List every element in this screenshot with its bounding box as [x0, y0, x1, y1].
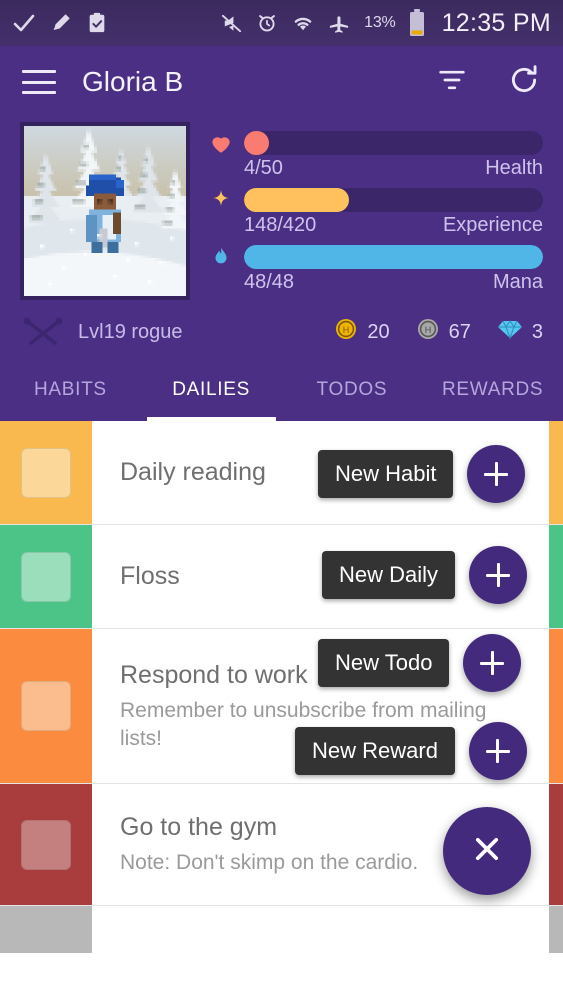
task-checkbox[interactable]	[21, 447, 71, 498]
tab-bar: HABITS DAILIES TODOS REWARDS	[0, 359, 563, 421]
health-label: Health	[485, 157, 543, 179]
task-checkbox[interactable]	[21, 681, 71, 731]
health-value: 4/50	[244, 157, 283, 179]
heart-icon	[208, 130, 234, 156]
status-bar-right-icons: 13% 12:35 PM	[220, 9, 551, 38]
gold-coin-icon: H	[334, 317, 358, 347]
stat-bars: 4/50 Health 148/420 Experience 48/48 Man…	[208, 122, 543, 301]
task-color-stripe-right	[549, 421, 563, 524]
gem-icon	[497, 318, 523, 346]
task-list[interactable]: Daily reading Floss Respond to work Reme…	[0, 421, 563, 953]
filter-icon[interactable]	[435, 63, 469, 102]
fab-action-new-daily[interactable]: New Daily	[322, 546, 528, 604]
app-bar-actions	[435, 63, 541, 102]
experience-bar-track	[244, 188, 543, 212]
task-checkbox[interactable]	[21, 551, 71, 602]
experience-bar-fill	[244, 188, 350, 212]
mana-value: 48/48	[244, 271, 295, 293]
task-checkbox[interactable]	[21, 819, 71, 870]
mana-label: Mana	[492, 271, 543, 293]
health-bar-track	[244, 131, 543, 155]
svg-text:H: H	[343, 325, 350, 335]
fab-action-new-todo[interactable]: New Todo	[318, 634, 522, 692]
mana-bar-fill	[244, 245, 543, 269]
table-row[interactable]	[0, 906, 563, 953]
tab-rewards[interactable]: REWARDS	[422, 359, 563, 421]
task-color-stripe	[0, 784, 92, 905]
currency-group: H 20 H 67 3	[334, 317, 543, 347]
clock-label: 12:35 PM	[441, 8, 551, 37]
clipboard-check-icon	[86, 12, 108, 34]
fab-action-new-habit[interactable]: New Habit	[318, 445, 526, 503]
airplane-mode-icon	[328, 12, 351, 35]
avatar[interactable]	[20, 122, 190, 300]
refresh-icon[interactable]	[507, 63, 541, 102]
health-bar-row: 4/50 Health	[208, 130, 543, 180]
silver-coin-icon: H	[416, 317, 440, 347]
tab-habits[interactable]: HABITS	[0, 359, 141, 421]
task-color-stripe	[0, 629, 92, 783]
task-color-stripe	[0, 525, 92, 628]
task-content	[92, 906, 549, 953]
fab-action-new-reward[interactable]: New Reward	[295, 722, 527, 780]
plus-icon[interactable]	[467, 445, 526, 503]
task-color-stripe	[0, 906, 92, 953]
page-title: Gloria B	[82, 66, 184, 97]
crossed-swords-icon	[20, 315, 66, 349]
fab-action-label: New Daily	[322, 551, 456, 599]
highlighter-icon	[50, 12, 72, 34]
app-bar: Gloria B	[0, 46, 563, 118]
tab-dailies[interactable]: DAILIES	[141, 359, 282, 421]
level-class-label: Lvl19 rogue	[78, 320, 183, 343]
close-icon	[470, 832, 504, 871]
plus-icon[interactable]	[468, 722, 527, 780]
check-icon	[12, 11, 36, 35]
wifi-icon	[291, 11, 315, 35]
task-color-stripe-right	[549, 906, 563, 953]
experience-label: Experience	[442, 214, 543, 236]
plus-icon[interactable]	[469, 546, 528, 604]
status-bar: 13% 12:35 PM	[0, 0, 563, 46]
task-color-stripe-right	[549, 525, 563, 628]
health-bar-fill	[244, 131, 270, 155]
fab-main-button[interactable]	[443, 807, 531, 895]
profile-panel: 4/50 Health 148/420 Experience 48/48 Man…	[0, 118, 563, 301]
status-bar-left-icons	[12, 11, 108, 35]
mute-icon	[220, 12, 243, 35]
task-color-stripe-right	[549, 629, 563, 783]
mana-bar-row: 48/48 Mana	[208, 244, 543, 294]
task-color-stripe-right	[549, 784, 563, 905]
hamburger-icon[interactable]	[22, 70, 56, 94]
star-icon	[208, 187, 234, 213]
battery-percent-label: 13%	[364, 14, 396, 31]
flame-icon	[208, 244, 234, 270]
experience-value: 148/420	[244, 214, 317, 236]
level-currency-row: Lvl19 rogue H 20 H 67 3	[0, 301, 563, 359]
alarm-icon	[256, 12, 278, 34]
experience-bar-row: 148/420 Experience	[208, 187, 543, 237]
mana-bar-track	[244, 245, 543, 269]
gold-currency: H 20	[334, 317, 390, 347]
battery-icon	[409, 9, 425, 37]
silver-currency: H 67	[416, 317, 471, 347]
app-screen: 13% 12:35 PM Gloria B 4/50 Health 148/42…	[0, 0, 563, 1000]
fab-action-label: New Habit	[318, 450, 454, 498]
gem-currency: 3	[497, 318, 543, 346]
gold-amount: 20	[367, 320, 390, 343]
fab-action-label: New Todo	[318, 639, 450, 687]
plus-icon[interactable]	[463, 634, 522, 692]
gem-amount: 3	[531, 320, 543, 343]
silver-amount: 67	[448, 320, 471, 343]
tab-todos[interactable]: TODOS	[282, 359, 423, 421]
fab-action-label: New Reward	[295, 727, 455, 775]
task-color-stripe	[0, 421, 92, 524]
svg-text:H: H	[424, 325, 431, 335]
